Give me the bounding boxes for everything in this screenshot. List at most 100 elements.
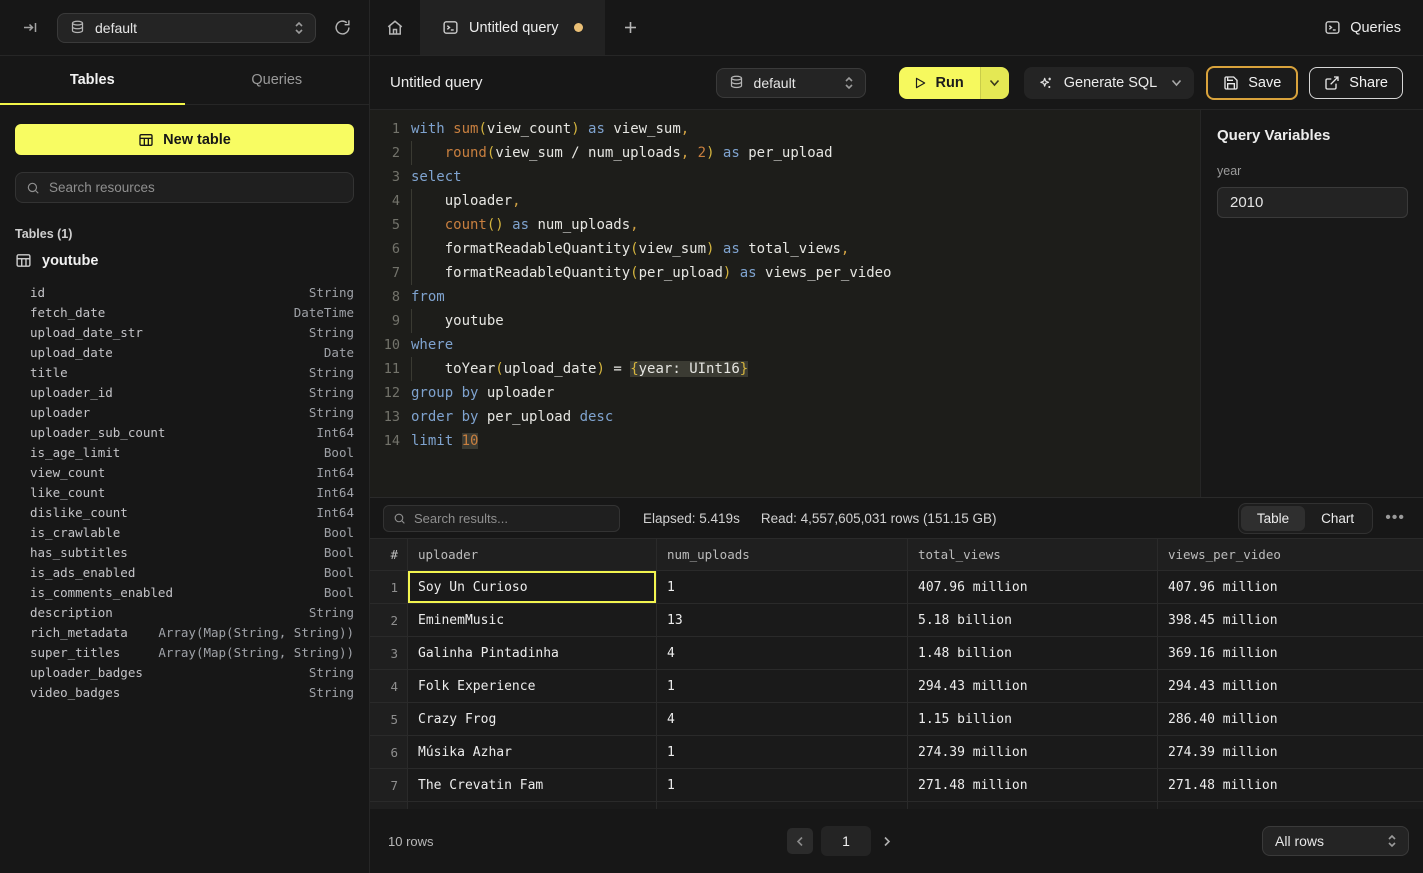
run-options-button[interactable]: [980, 67, 1009, 99]
refresh-button[interactable]: [330, 15, 355, 40]
table-row: 5Crazy Frog41.15 billion286.40 million: [370, 703, 1423, 736]
sql-editor[interactable]: 1with sum(view_count) as view_sum,2 roun…: [370, 110, 1200, 497]
cell-num-uploads[interactable]: 1: [657, 736, 908, 769]
cell-views-per-video[interactable]: 407.96 million: [1158, 571, 1423, 604]
cell-views-per-video[interactable]: 274.39 million: [1158, 736, 1423, 769]
run-button[interactable]: Run: [899, 67, 980, 99]
cell-total-views[interactable]: 5.18 billion: [908, 604, 1158, 637]
cell-num-uploads[interactable]: 4: [657, 637, 908, 670]
save-button[interactable]: Save: [1206, 66, 1298, 100]
code-line[interactable]: 11 toYear(upload_date) = {year: UInt16}: [370, 357, 1200, 381]
cell-uploader[interactable]: The Crevatin Fam: [408, 769, 657, 802]
collapse-sidebar-button[interactable]: [18, 15, 43, 40]
next-page-button[interactable]: [879, 832, 895, 851]
queries-button[interactable]: Queries: [1324, 19, 1401, 36]
cell-uploader[interactable]: Galinha Pintadinha: [408, 637, 657, 670]
column-header-num[interactable]: #: [370, 539, 408, 571]
view-toggle-table[interactable]: Table: [1241, 506, 1305, 531]
schema-column-row: descriptionString: [0, 602, 369, 622]
code-line[interactable]: 3select: [370, 165, 1200, 189]
code-line[interactable]: 1with sum(view_count) as view_sum,: [370, 117, 1200, 141]
row-number[interactable]: 4: [370, 670, 408, 703]
cell-num-uploads[interactable]: 1: [657, 769, 908, 802]
cell-uploader[interactable]: EminemMusic: [408, 604, 657, 637]
sidebar-table-youtube[interactable]: youtube: [15, 252, 354, 269]
results-more-button[interactable]: •••: [1385, 510, 1405, 526]
code-line[interactable]: 10where: [370, 333, 1200, 357]
row-number[interactable]: 6: [370, 736, 408, 769]
query-variables-panel: Query Variables year: [1200, 110, 1423, 497]
row-number[interactable]: 2: [370, 604, 408, 637]
cell-uploader[interactable]: Folk Experience: [408, 670, 657, 703]
table-row: 2EminemMusic135.18 billion398.45 million: [370, 604, 1423, 637]
cell-total-views[interactable]: 271.48 million: [908, 769, 1158, 802]
view-toggle-chart[interactable]: Chart: [1305, 506, 1370, 531]
code-line[interactable]: 13order by per_upload desc: [370, 405, 1200, 429]
topbar-right: Queries: [1324, 0, 1423, 55]
resources-search-input[interactable]: [49, 180, 343, 195]
new-table-button[interactable]: New table: [15, 124, 354, 155]
pagination: 1: [787, 826, 895, 856]
generate-sql-button[interactable]: Generate SQL: [1024, 67, 1195, 99]
cell-total-views[interactable]: 407.96 million: [908, 571, 1158, 604]
code-line[interactable]: 7 formatReadableQuantity(per_upload) as …: [370, 261, 1200, 285]
cell-views-per-video[interactable]: 369.16 million: [1158, 637, 1423, 670]
code-lines: 1with sum(view_count) as view_sum,2 roun…: [370, 117, 1200, 453]
sidebar-tab-queries[interactable]: Queries: [185, 56, 370, 104]
cell-views-per-video[interactable]: 286.40 million: [1158, 703, 1423, 736]
tab-untitled-query[interactable]: Untitled query: [420, 0, 605, 55]
column-type: Int64: [316, 465, 354, 480]
variable-input-year[interactable]: [1217, 187, 1408, 218]
column-header-num-uploads[interactable]: num_uploads: [657, 539, 908, 571]
sidebar-tab-tables[interactable]: Tables: [0, 56, 185, 104]
results-controls: Elapsed: 5.419s Read: 4,557,605,031 rows…: [370, 498, 1423, 538]
cell-num-uploads[interactable]: 13: [657, 604, 908, 637]
read-stat: Read: 4,557,605,031 rows (151.15 GB): [761, 511, 997, 526]
search-icon: [393, 512, 406, 525]
code-line[interactable]: 4 uploader,: [370, 189, 1200, 213]
cell-num-uploads[interactable]: 1: [657, 571, 908, 604]
home-button[interactable]: [370, 0, 420, 55]
code-line[interactable]: 8from: [370, 285, 1200, 309]
chevron-down-icon: [1171, 79, 1182, 87]
code-line[interactable]: 9 youtube: [370, 309, 1200, 333]
row-number[interactable]: 7: [370, 769, 408, 802]
column-header-uploader[interactable]: uploader: [408, 539, 657, 571]
cell-uploader[interactable]: Soy Un Curioso: [408, 571, 657, 604]
cell-views-per-video[interactable]: 271.48 million: [1158, 769, 1423, 802]
column-name: description: [30, 605, 113, 620]
row-number[interactable]: 5: [370, 703, 408, 736]
cell-num-uploads[interactable]: 1: [657, 670, 908, 703]
code-line[interactable]: 14limit 10: [370, 429, 1200, 453]
page-size-selector[interactable]: All rows: [1262, 826, 1409, 856]
toolbar-database-selector[interactable]: default: [716, 68, 866, 98]
queries-button-label: Queries: [1350, 20, 1401, 36]
cell-total-views[interactable]: 1.15 billion: [908, 703, 1158, 736]
cell-total-views[interactable]: 294.43 million: [908, 670, 1158, 703]
code-line[interactable]: 12group by uploader: [370, 381, 1200, 405]
cell-num-uploads[interactable]: 4: [657, 703, 908, 736]
new-tab-button[interactable]: [605, 0, 655, 55]
database-selector[interactable]: default: [57, 13, 316, 43]
cell-total-views[interactable]: 1.48 billion: [908, 637, 1158, 670]
results-panel: Elapsed: 5.419s Read: 4,557,605,031 rows…: [370, 497, 1423, 873]
code-line[interactable]: 5 count() as num_uploads,: [370, 213, 1200, 237]
cell-total-views[interactable]: 274.39 million: [908, 736, 1158, 769]
column-header-total-views[interactable]: total_views: [908, 539, 1158, 571]
results-search-input[interactable]: [414, 511, 610, 526]
cell-uploader[interactable]: Músika Azhar: [408, 736, 657, 769]
share-button[interactable]: Share: [1309, 67, 1403, 99]
current-page-button[interactable]: 1: [821, 826, 871, 856]
row-number[interactable]: 1: [370, 571, 408, 604]
chevron-updown-icon: [293, 21, 305, 35]
row-number[interactable]: 3: [370, 637, 408, 670]
search-icon: [26, 181, 40, 195]
code-line[interactable]: 2 round(view_sum / num_uploads, 2) as pe…: [370, 141, 1200, 165]
code-line[interactable]: 6 formatReadableQuantity(view_sum) as to…: [370, 237, 1200, 261]
column-header-views-per-video[interactable]: views_per_video: [1158, 539, 1423, 571]
cell-views-per-video[interactable]: 398.45 million: [1158, 604, 1423, 637]
previous-page-button[interactable]: [787, 828, 813, 854]
plus-icon: [623, 20, 638, 35]
cell-uploader[interactable]: Crazy Frog: [408, 703, 657, 736]
cell-views-per-video[interactable]: 294.43 million: [1158, 670, 1423, 703]
